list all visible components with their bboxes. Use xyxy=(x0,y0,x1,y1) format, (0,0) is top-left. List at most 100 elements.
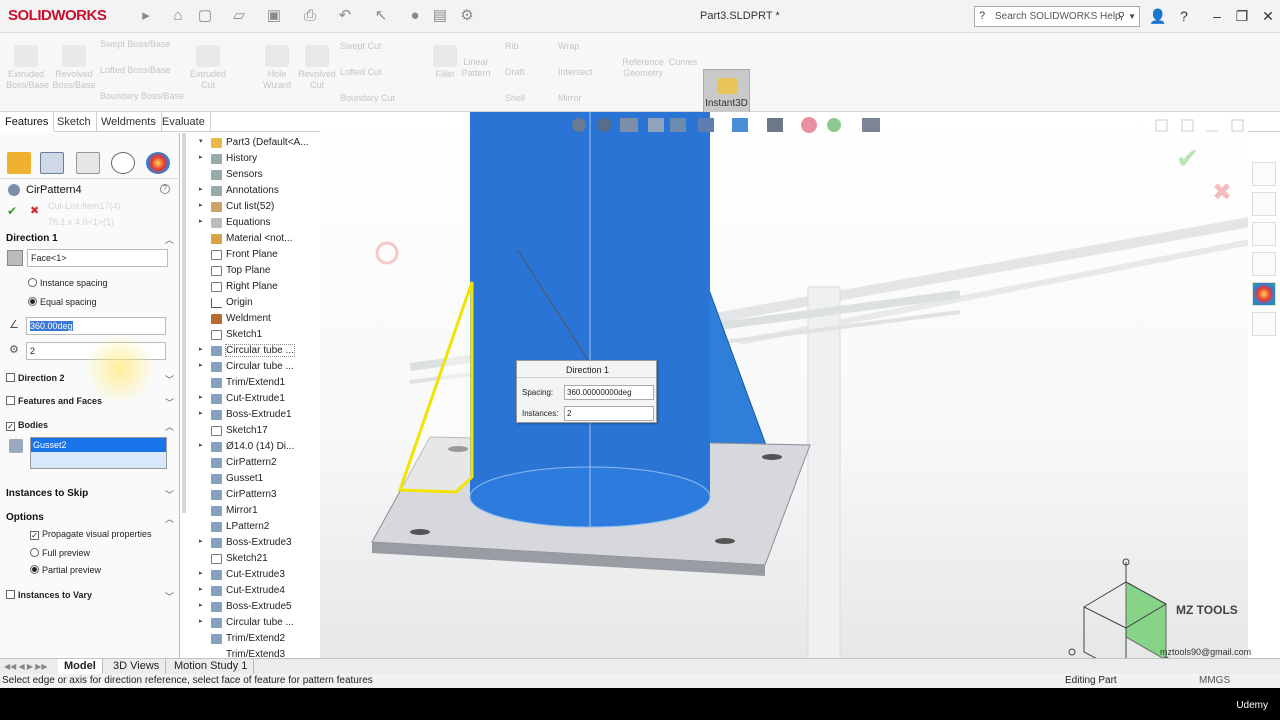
tree-item-circular-tube[interactable]: ▸ Circular tube ... xyxy=(199,344,295,357)
solidworks-logo[interactable]: SOLIDWORKS xyxy=(8,7,107,24)
tree-item-annotations[interactable]: ▸ Annotations xyxy=(199,185,279,196)
tree-root[interactable]: ▾ Part3 (Default<A... xyxy=(199,137,309,148)
dimxpert-icon[interactable] xyxy=(111,152,135,174)
tab-weldments[interactable]: Weldments xyxy=(96,112,162,132)
tree-item-gusset1[interactable]: Gusset1 xyxy=(211,473,263,484)
tab-sketch[interactable]: Sketch xyxy=(52,112,97,132)
tree-item-lpattern2[interactable]: LPattern2 xyxy=(211,521,269,532)
print-icon[interactable]: ⎙ xyxy=(300,6,320,26)
help-icon[interactable]: ? xyxy=(160,184,170,194)
tree-item-boss-extrude5[interactable]: ▸ Boss-Extrude5 xyxy=(199,601,292,612)
instances-callout-field[interactable]: 2 xyxy=(564,406,654,421)
angle-field[interactable]: 360.00deg xyxy=(26,317,166,335)
instances-to-vary-checkbox[interactable]: Instances to Vary xyxy=(6,590,92,600)
options-header[interactable]: Options xyxy=(6,512,44,523)
tree-item-circular-tube[interactable]: ▸ Circular tube ... xyxy=(199,361,294,372)
tree-item-boss-extrude1[interactable]: ▸ Boss-Extrude1 xyxy=(199,409,292,420)
minimize-button[interactable]: – xyxy=(1205,5,1229,27)
property-manager-icon[interactable] xyxy=(40,152,64,174)
boundary-cut-button[interactable]: Boundary Cut xyxy=(340,93,420,104)
display-manager-icon[interactable] xyxy=(146,152,170,174)
wrap-button[interactable]: Wrap xyxy=(558,41,618,52)
direction2-checkbox[interactable]: Direction 2 xyxy=(6,373,65,383)
chevron-up-icon[interactable]: ︿ xyxy=(165,512,174,525)
tab-3d-views[interactable]: 3D Views xyxy=(107,659,167,675)
home-icon[interactable] xyxy=(1252,162,1276,186)
new-document-icon[interactable]: ▢ xyxy=(195,6,215,26)
chevron-down-icon[interactable]: ﹀ xyxy=(165,373,174,386)
tree-item-sensors[interactable]: Sensors xyxy=(211,169,263,180)
tree-item-mirror1[interactable]: Mirror1 xyxy=(211,505,258,516)
search-icon[interactable]: ⚲ xyxy=(1118,7,1125,26)
instance-spacing-radio[interactable]: Instance spacing xyxy=(28,278,108,288)
linear-pattern-button[interactable]: Linear Pattern xyxy=(456,57,496,79)
shell-button[interactable]: Shell xyxy=(505,93,545,104)
file-explorer-icon[interactable] xyxy=(1252,222,1276,246)
draft-button[interactable]: Draft xyxy=(505,67,545,78)
tree-item-top-plane[interactable]: Top Plane xyxy=(211,265,270,276)
custom-properties-icon[interactable] xyxy=(1252,312,1276,336)
mirror-button[interactable]: Mirror xyxy=(558,93,618,104)
tree-item-weldment[interactable]: Weldment xyxy=(211,313,271,324)
viewport-window-controls[interactable] xyxy=(1155,119,1244,132)
chevron-down-icon[interactable]: ▼ xyxy=(1128,7,1136,26)
tree-item-hole[interactable]: ▸ Ø14.0 (14) Di... xyxy=(199,441,294,452)
propagate-visual-properties-checkbox[interactable]: ✓ Propagate visual properties xyxy=(30,529,152,540)
tree-item-cut-extrude3[interactable]: ▸ Cut-Extrude3 xyxy=(199,569,285,580)
undo-icon[interactable]: ↶ xyxy=(335,6,355,26)
extruded-boss-button[interactable]: Extruded Boss/Base xyxy=(6,45,49,91)
tab-model[interactable]: Model xyxy=(58,659,103,675)
chevron-down-icon[interactable]: ﹀ xyxy=(165,396,174,409)
tree-item-origin[interactable]: Origin xyxy=(211,297,253,308)
home-icon[interactable]: ⌂ xyxy=(168,6,188,26)
bodies-list[interactable]: Gusset2 xyxy=(30,437,167,469)
tree-item-trim-extend2[interactable]: Trim/Extend2 xyxy=(211,633,285,644)
tree-item-cut-list[interactable]: ▸ Cut list(52) xyxy=(199,201,274,212)
full-preview-radio[interactable]: Full preview xyxy=(30,548,90,558)
revolved-cut-button[interactable]: Revolved Cut xyxy=(296,45,338,91)
configuration-manager-icon[interactable] xyxy=(76,152,100,174)
spacing-field[interactable]: 360.00000000deg xyxy=(564,385,654,400)
tree-item-boss-extrude3[interactable]: ▸ Boss-Extrude3 xyxy=(199,537,292,548)
tree-item-trim-extend1[interactable]: Trim/Extend1 xyxy=(211,377,285,388)
tab-motion-study[interactable]: Motion Study 1 xyxy=(168,659,255,675)
chevron-up-icon[interactable]: ︿ xyxy=(165,233,174,246)
tree-item-right-plane[interactable]: Right Plane xyxy=(211,281,278,292)
tree-item-circular-tube[interactable]: ▸ Circular tube ... xyxy=(199,617,294,628)
tree-item-equations[interactable]: ▸ Equations xyxy=(199,217,270,228)
chevron-up-icon[interactable]: ︿ xyxy=(165,420,174,433)
boundary-boss-button[interactable]: Boundary Boss/Base xyxy=(100,91,200,102)
search-input[interactable]: ? Search SOLIDWORKS Help ⚲ ▼ xyxy=(974,6,1140,27)
panel-scrollbar[interactable] xyxy=(182,133,186,513)
bodies-checkbox[interactable]: ✓ Bodies xyxy=(6,420,48,431)
options-gear-icon[interactable]: ⚙ xyxy=(457,6,477,26)
resources-icon[interactable] xyxy=(1252,192,1276,216)
tab-evaluate[interactable]: Evaluate xyxy=(157,112,211,132)
view-palette-icon[interactable] xyxy=(1252,252,1276,276)
tree-item-sketch1[interactable]: Sketch1 xyxy=(211,329,262,340)
ok-check-icon[interactable]: ✔ xyxy=(7,204,17,218)
swept-boss-button[interactable]: Swept Boss/Base xyxy=(100,39,200,50)
close-button[interactable]: ✕ xyxy=(1256,5,1280,27)
intersect-button[interactable]: Intersect xyxy=(558,67,618,78)
swept-cut-button[interactable]: Swept Cut xyxy=(340,41,420,52)
features-and-faces-checkbox[interactable]: Features and Faces xyxy=(6,396,102,406)
save-icon[interactable]: ▣ xyxy=(264,6,284,26)
tree-item-history[interactable]: ▸ History xyxy=(199,153,257,164)
tab-features[interactable]: Features xyxy=(0,112,55,132)
expand-menu-icon[interactable]: ▸ xyxy=(136,6,156,26)
extruded-cut-button[interactable]: Extruded Cut xyxy=(186,45,230,91)
rib-button[interactable]: Rib xyxy=(505,41,545,52)
instances-to-skip-header[interactable]: Instances to Skip xyxy=(6,488,88,499)
open-icon[interactable]: ▱ xyxy=(229,6,249,26)
restore-button[interactable]: ❐ xyxy=(1230,5,1254,27)
pattern-axis-field[interactable]: Face<1> xyxy=(27,249,168,267)
feature-manager-icon[interactable] xyxy=(7,152,31,174)
curves-button[interactable]: Curves xyxy=(664,57,702,68)
tree-item-material[interactable]: Material <not... xyxy=(211,233,292,244)
lofted-boss-button[interactable]: Lofted Boss/Base xyxy=(100,65,200,76)
appearances-icon[interactable] xyxy=(1252,282,1276,306)
revolved-boss-button[interactable]: Revolved Boss/Base xyxy=(52,45,96,91)
tree-item-cirpattern3[interactable]: CirPattern3 xyxy=(211,489,277,500)
partial-preview-radio[interactable]: Partial preview xyxy=(30,565,101,575)
